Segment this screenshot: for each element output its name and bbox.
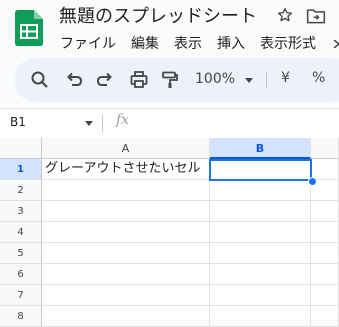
- spreadsheet-grid: A B 1 2 3 4 5 6 7 8 グレーアウトさせたいセル: [0, 138, 339, 327]
- row-header-5[interactable]: 5: [0, 243, 42, 264]
- cell-b5[interactable]: [210, 243, 311, 264]
- cell-c1[interactable]: [311, 159, 339, 180]
- cell-a7[interactable]: [42, 285, 210, 306]
- row-header-2[interactable]: 2: [0, 180, 42, 201]
- cell-a1[interactable]: グレーアウトさせたいセル: [42, 159, 210, 180]
- formula-bar: B1 fx: [0, 108, 339, 139]
- zoom-dropdown-icon[interactable]: [245, 78, 253, 83]
- search-icon[interactable]: [30, 70, 50, 90]
- currency-format-button[interactable]: ¥: [281, 70, 290, 86]
- cell-c8[interactable]: [311, 306, 339, 327]
- print-icon[interactable]: [129, 70, 149, 90]
- cell-a5[interactable]: [42, 243, 210, 264]
- menu-file[interactable]: ファイル: [60, 36, 116, 52]
- cell-b7[interactable]: [210, 285, 311, 306]
- toolbar: 100% ¥ %: [14, 58, 339, 102]
- column-header-b[interactable]: B: [210, 138, 311, 159]
- cell-c7[interactable]: [311, 285, 339, 306]
- menu-bar: ファイル 編集 表示 挿入 表示形式: [60, 33, 331, 53]
- row-header-3[interactable]: 3: [0, 201, 42, 222]
- paint-format-icon[interactable]: [160, 70, 180, 90]
- column-header-a[interactable]: A: [42, 138, 210, 159]
- document-title[interactable]: 無題のスプレッドシート: [59, 2, 257, 28]
- cell-b4[interactable]: [210, 222, 311, 243]
- move-to-folder-icon[interactable]: [306, 7, 326, 25]
- name-box-dropdown-icon[interactable]: [85, 121, 93, 126]
- cell-c4[interactable]: [311, 222, 339, 243]
- redo-icon[interactable]: [95, 70, 115, 90]
- title-bar: 無題のスプレッドシート ファイル 編集 表示 挿入 表示形式: [0, 0, 339, 60]
- row-header-8[interactable]: 8: [0, 306, 42, 327]
- fill-handle[interactable]: [308, 177, 317, 186]
- row-header-6[interactable]: 6: [0, 264, 42, 285]
- fx-icon: fx: [116, 112, 130, 128]
- select-all-corner[interactable]: [0, 138, 42, 159]
- menu-insert[interactable]: 挿入: [217, 36, 245, 52]
- cell-c5[interactable]: [311, 243, 339, 264]
- menu-format[interactable]: 表示形式: [260, 36, 316, 52]
- menu-view[interactable]: 表示: [174, 36, 202, 52]
- cell-c3[interactable]: [311, 201, 339, 222]
- sheets-logo-icon[interactable]: [15, 10, 43, 46]
- cell-a6[interactable]: [42, 264, 210, 285]
- undo-icon[interactable]: [64, 70, 84, 90]
- row-header-7[interactable]: 7: [0, 285, 42, 306]
- zoom-select[interactable]: 100%: [195, 71, 235, 87]
- cell-b2[interactable]: [210, 180, 311, 201]
- name-box[interactable]: B1: [10, 115, 26, 129]
- menu-overflow-icon[interactable]: [332, 40, 339, 48]
- row-header-1[interactable]: 1: [0, 159, 42, 180]
- row-header-4[interactable]: 4: [0, 222, 42, 243]
- cell-b8[interactable]: [210, 306, 311, 327]
- formula-divider: [102, 115, 103, 132]
- percent-format-button[interactable]: %: [312, 70, 325, 86]
- star-icon[interactable]: [276, 6, 294, 24]
- column-header-c[interactable]: [311, 138, 339, 159]
- cell-a8[interactable]: [42, 306, 210, 327]
- cell-b3[interactable]: [210, 201, 311, 222]
- cell-c6[interactable]: [311, 264, 339, 285]
- toolbar-divider: [266, 71, 267, 89]
- menu-edit[interactable]: 編集: [131, 36, 159, 52]
- cell-a4[interactable]: [42, 222, 210, 243]
- cell-a3[interactable]: [42, 201, 210, 222]
- active-cell-outline: [209, 159, 312, 181]
- cell-b6[interactable]: [210, 264, 311, 285]
- cell-a2[interactable]: [42, 180, 210, 201]
